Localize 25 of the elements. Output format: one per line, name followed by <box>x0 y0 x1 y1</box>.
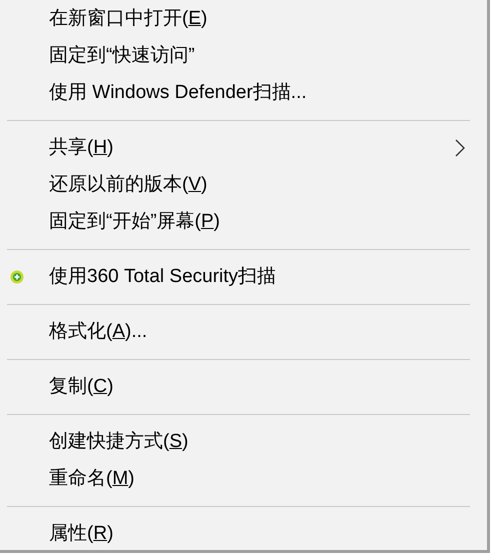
menu-item[interactable]: 格式化(A)... <box>0 313 487 350</box>
menu-item-label: 还原以前的版本(V) <box>49 175 208 194</box>
menu-item-label: 共享(H) <box>49 138 114 157</box>
menu-item[interactable]: 固定到“开始”屏幕(P) <box>0 203 487 240</box>
menu-item-label: 格式化(A)... <box>49 322 148 341</box>
menu-item-label: 在新窗口中打开(E) <box>49 9 208 28</box>
menu-item-label: 创建快捷方式(S) <box>49 432 188 451</box>
chevron-right-icon <box>455 138 465 156</box>
menu-item-label: 重命名(M) <box>49 469 134 488</box>
menu-item[interactable]: 使用 Windows Defender扫描... <box>0 74 487 111</box>
menu-item[interactable]: 固定到“快速访问” <box>0 37 487 74</box>
menu-item[interactable]: 使用360 Total Security扫描 <box>0 258 487 295</box>
menu-item[interactable]: 创建快捷方式(S) <box>0 423 487 460</box>
menu-item-label: 复制(C) <box>49 377 114 396</box>
menu-item[interactable]: 还原以前的版本(V) <box>0 166 487 203</box>
menu-item[interactable]: 共享(H) <box>0 129 487 166</box>
menu-item[interactable]: 重命名(M) <box>0 460 487 497</box>
menu-item-label: 固定到“开始”屏幕(P) <box>49 212 220 231</box>
menu-item[interactable]: 在新窗口中打开(E) <box>0 0 487 37</box>
menu-item-label: 固定到“快速访问” <box>49 46 195 65</box>
menu-item[interactable]: 属性(R) <box>0 515 487 552</box>
menu-item-label: 属性(R) <box>49 524 114 543</box>
menu-item[interactable]: 复制(C) <box>0 368 487 405</box>
menu-item-label: 使用 Windows Defender扫描... <box>49 83 307 102</box>
menu-item-label: 使用360 Total Security扫描 <box>49 267 276 286</box>
